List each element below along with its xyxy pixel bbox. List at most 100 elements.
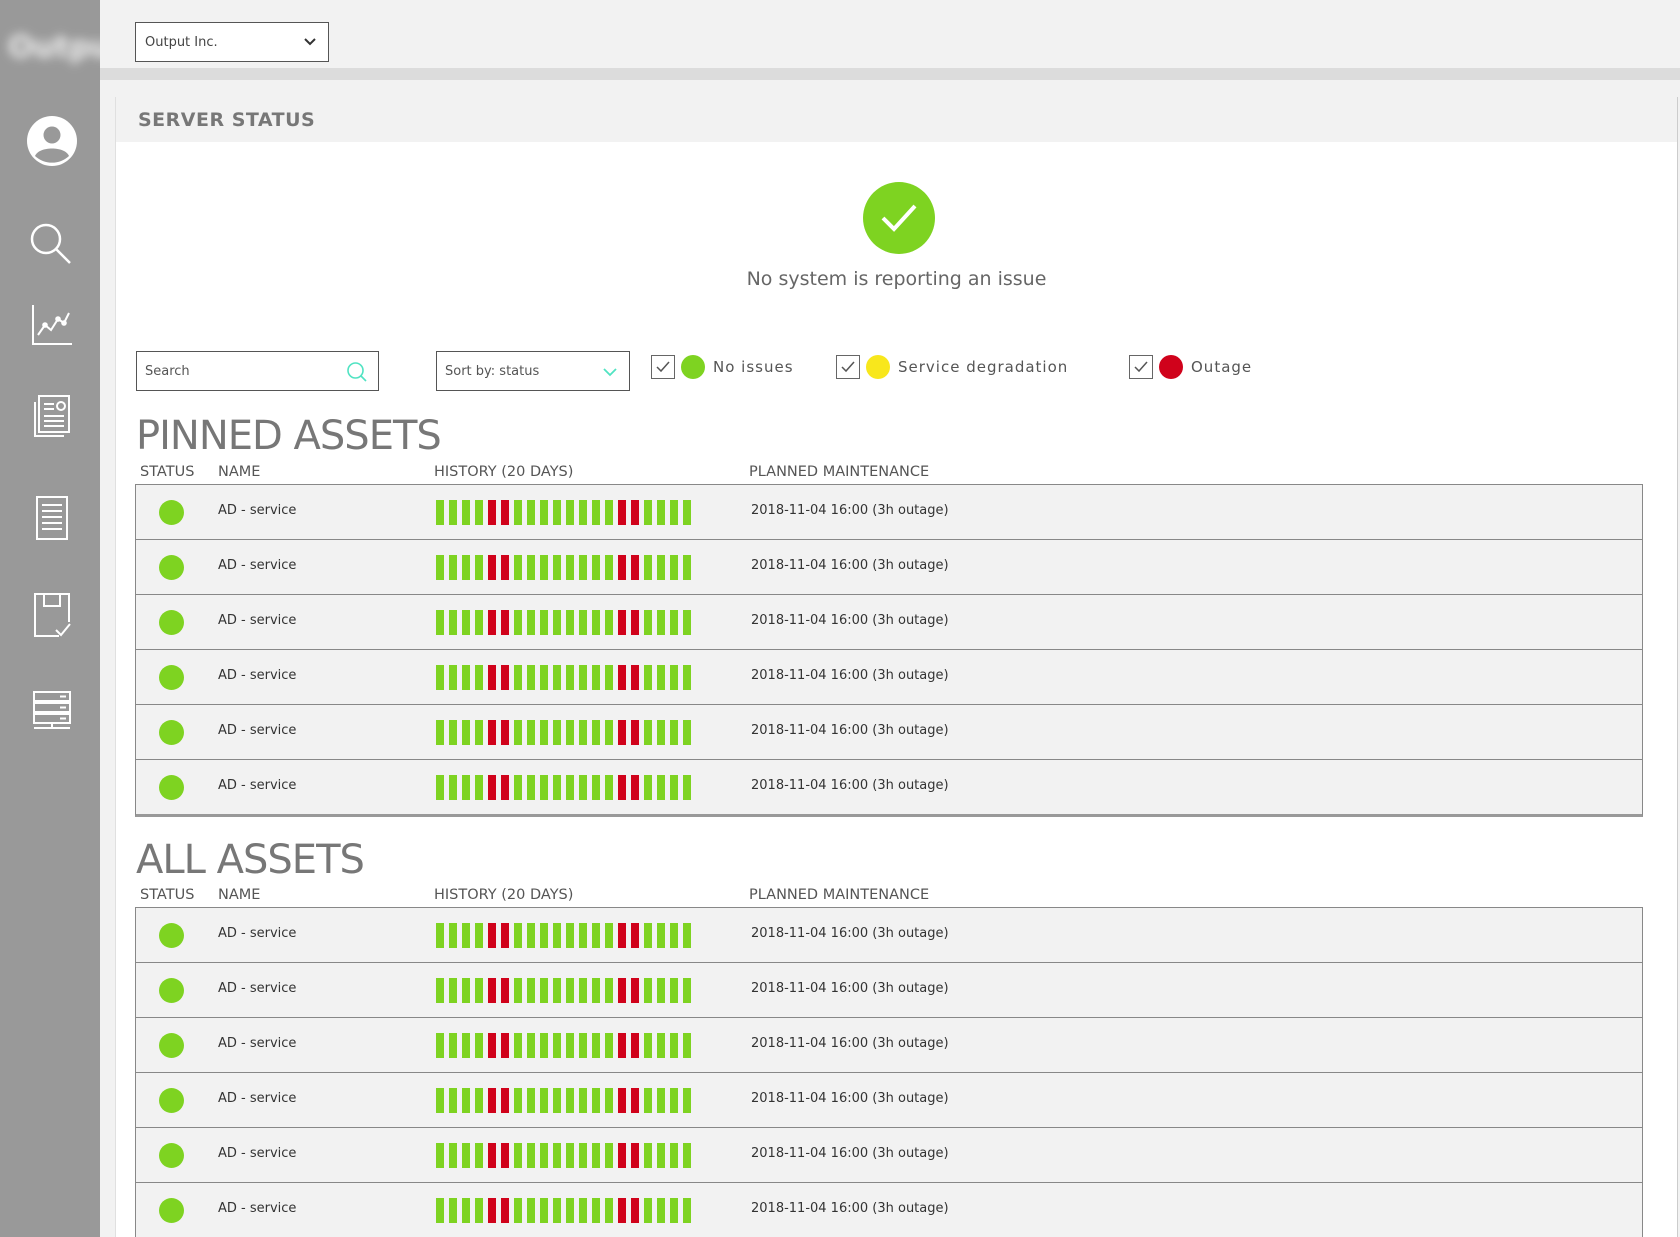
filter-no-issues[interactable]: No issues [651,353,794,381]
filter-label: Service degradation [898,358,1069,376]
filter-outage[interactable]: Outage [1129,353,1252,381]
document-icon[interactable] [25,491,79,545]
history-day [527,1033,535,1058]
history-day [618,610,626,635]
history-day [683,1033,691,1058]
history-day [540,978,548,1003]
history-day [475,1143,483,1168]
history-day [514,1143,522,1168]
history-day [527,720,535,745]
history-day [592,1198,600,1223]
all-assets-title: ALL ASSETS [136,837,365,883]
planned-maintenance: 2018-11-04 16:00 (3h outage) [751,1201,949,1216]
status-dot-red [1159,355,1183,379]
history-day [462,923,470,948]
reports-icon[interactable] [25,389,79,443]
table-row[interactable]: AD - service 2018-11-04 16:00 (3h outage) [136,1182,1642,1237]
user-icon[interactable] [25,114,79,168]
history-day [475,1088,483,1113]
check-circle-icon [862,182,935,254]
history-day [579,555,587,580]
table-row[interactable]: AD - service 2018-11-04 16:00 (3h outage) [136,484,1642,539]
history-day [618,1033,626,1058]
table-row[interactable]: AD - service 2018-11-04 16:00 (3h outage) [136,594,1642,649]
table-row[interactable]: AD - service 2018-11-04 16:00 (3h outage) [136,1072,1642,1127]
checkbox-service-degradation[interactable] [836,355,860,379]
company-select[interactable]: Output Inc. [135,22,329,62]
history-day [436,1198,444,1223]
history-day [449,665,457,690]
history-day [631,500,639,525]
history-day [540,775,548,800]
table-row[interactable]: AD - service 2018-11-04 16:00 (3h outage) [136,1017,1642,1072]
history-day [592,665,600,690]
history-day [631,720,639,745]
history-day [566,1088,574,1113]
clipboard-check-icon[interactable] [25,588,79,642]
history-day [462,1143,470,1168]
history-day [683,720,691,745]
asset-name: AD - service [218,778,297,793]
chart-icon[interactable] [25,298,79,352]
history-day [501,1088,509,1113]
checkbox-no-issues[interactable] [651,355,675,379]
table-row[interactable]: AD - service 2018-11-04 16:00 (3h outage) [136,539,1642,594]
history-day [670,978,678,1003]
history-day [501,978,509,1003]
history-day [605,610,613,635]
history-day [514,610,522,635]
history-day [579,720,587,745]
history-day [475,500,483,525]
status-indicator [159,923,184,948]
history-day [605,665,613,690]
filter-service-degradation[interactable]: Service degradation [836,353,1068,381]
col-header-name: NAME [218,887,261,903]
search-icon[interactable] [25,218,79,272]
history-day [618,555,626,580]
history-day [527,665,535,690]
history-day [683,610,691,635]
server-status-panel: SERVER STATUS No system is reporting an … [115,97,1678,1237]
history-day [514,1033,522,1058]
history-day [527,1198,535,1223]
checkbox-outage[interactable] [1129,355,1153,379]
history-day [449,500,457,525]
history-day [670,1143,678,1168]
history-day [605,1088,613,1113]
history-day [501,555,509,580]
history-day [579,610,587,635]
history-day [488,665,496,690]
history-day [475,1033,483,1058]
search-icon [347,362,367,382]
history-day [566,720,574,745]
asset-name: AD - service [218,926,297,941]
history-day [618,1143,626,1168]
asset-name: AD - service [218,668,297,683]
table-row[interactable]: AD - service 2018-11-04 16:00 (3h outage) [136,649,1642,704]
planned-maintenance: 2018-11-04 16:00 (3h outage) [751,926,949,941]
history-day [462,555,470,580]
table-row[interactable]: AD - service 2018-11-04 16:00 (3h outage) [136,704,1642,759]
history-day [670,923,678,948]
history-day [579,978,587,1003]
history-day [592,775,600,800]
table-row[interactable]: AD - service 2018-11-04 16:00 (3h outage) [136,1127,1642,1182]
table-row[interactable]: AD - service 2018-11-04 16:00 (3h outage) [136,759,1642,814]
server-icon[interactable] [25,683,79,737]
history-day [475,720,483,745]
history-day [501,1033,509,1058]
history-day [618,978,626,1003]
history-day [436,923,444,948]
table-row[interactable]: AD - service 2018-11-04 16:00 (3h outage) [136,907,1642,962]
history-day [449,720,457,745]
history-day [514,665,522,690]
history-day [501,665,509,690]
history-day [618,500,626,525]
history-day [566,923,574,948]
chevron-down-icon [603,368,617,377]
table-row[interactable]: AD - service 2018-11-04 16:00 (3h outage) [136,962,1642,1017]
all-assets-table: AD - service 2018-11-04 16:00 (3h outage)… [135,907,1643,1237]
search-input[interactable]: Search [136,351,379,391]
history-day [540,1143,548,1168]
sort-select[interactable]: Sort by: status [436,351,630,391]
